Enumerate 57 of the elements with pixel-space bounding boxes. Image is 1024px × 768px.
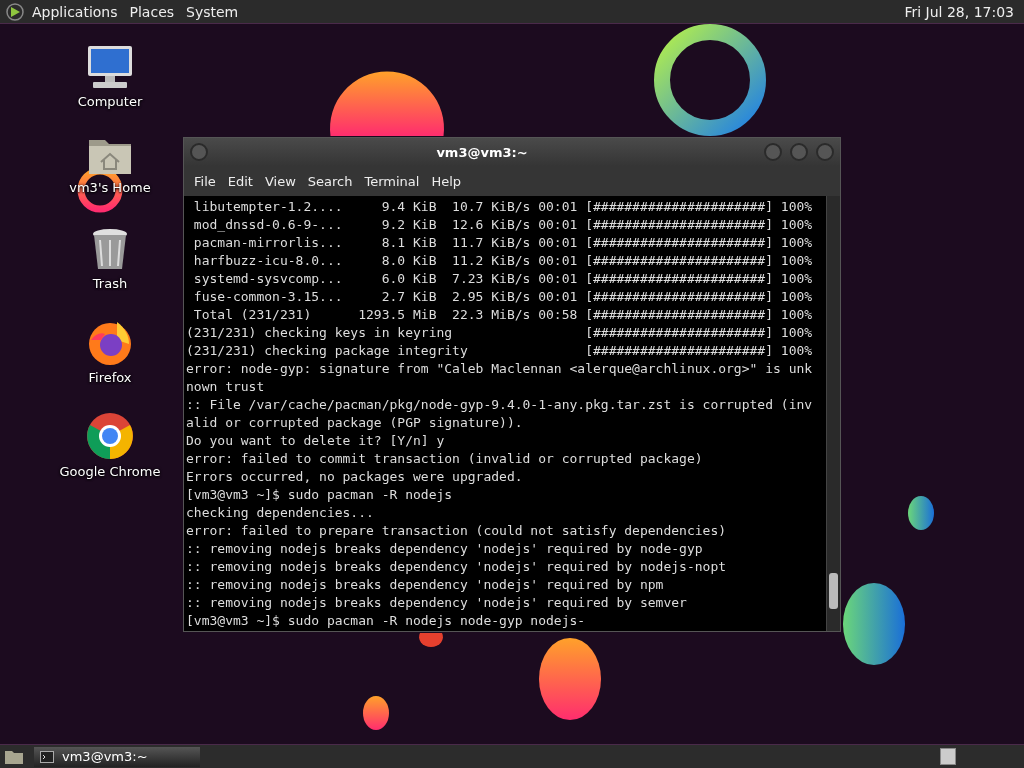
- bubble-drawing: [363, 696, 389, 730]
- scrollbar[interactable]: [826, 196, 840, 631]
- terminal-line: harfbuzz-icu-8.0... 8.0 KiB 11.2 KiB/s 00:01 [######################] 100%: [192, 252, 813, 270]
- browser-icon: [86, 412, 134, 460]
- terminal-line: :: removing nodejs breaks dependency 'nodejs' required by node-gyp: [186, 540, 703, 558]
- terminal-line: fuse-common-3.15... 2.7 KiB 2.95 KiB/s 00:01 [######################] 100%: [192, 288, 813, 306]
- terminal-line: pacman-mirrorlis... 8.1 KiB 11.7 KiB/s 00:01 [######################] 100%: [192, 234, 813, 252]
- computer-icon: [85, 44, 135, 90]
- terminal-icon: [40, 750, 54, 763]
- terminal-line: error: failed to commit transaction (invalid or corrupted package): [186, 450, 703, 468]
- desktop-icon-label[interactable]: Trash: [92, 276, 128, 291]
- terminal-line: :: removing nodejs breaks dependency 'nodejs' required by npm: [186, 576, 664, 594]
- terminal-line: (231/231) checking package integrity [######################] 100%: [186, 342, 813, 360]
- terminal-line: mod_dnssd-0.6-9-... 9.2 KiB 12.6 KiB/s 00:01 [######################] 100%: [192, 216, 813, 234]
- panel-menu[interactable]: Places: [125, 3, 183, 20]
- clock[interactable]: Fri Jul 28, 17:03: [894, 3, 1024, 20]
- menu-item[interactable]: Terminal: [360, 173, 428, 189]
- terminal-line: systemd-sysvcomp... 6.0 KiB 7.23 KiB/s 00:01 [######################] 100%: [192, 270, 813, 288]
- window-title: vm3@vm3:~: [435, 144, 529, 160]
- desktop-icon-label[interactable]: Google Chrome: [59, 464, 161, 479]
- show-desktop-button[interactable]: [940, 748, 956, 765]
- terminal-line: [vm3@vm3 ~]$ sudo pacman -R nodejs: [186, 486, 453, 504]
- terminal-line: (231/231) checking keys in keyring [######################] 100%: [186, 324, 813, 342]
- bubble-drawing: [419, 633, 443, 647]
- terminal-line: :: removing nodejs breaks dependency 'nodejs' required by nodejs-nopt: [186, 558, 727, 576]
- panel-menu[interactable]: System: [182, 3, 247, 20]
- terminal-line: :: File /var/cache/pacman/pkg/node-gyp-9.4.0-1-any.pkg.tar.zst is corrupted (inv: [186, 396, 813, 414]
- menu-item[interactable]: Help: [427, 173, 470, 189]
- window-menu-button[interactable]: [190, 143, 208, 161]
- desktop-icon-label[interactable]: Firefox: [88, 370, 132, 385]
- trash-icon: [91, 228, 129, 272]
- terminal-line: alid or corrupted package (PGP signature)).: [186, 414, 523, 432]
- menu-item[interactable]: Edit: [223, 173, 261, 189]
- desktop-icon-label[interactable]: Computer: [77, 94, 143, 109]
- terminal-line: [vm3@vm3 ~]$ sudo pacman -R nodejs node-gyp nodejs-: [186, 612, 586, 630]
- browser-icon: [87, 320, 133, 366]
- menu-item[interactable]: File: [190, 173, 224, 189]
- menu-logo-icon: [6, 2, 24, 21]
- terminal-line: nown trust: [186, 378, 265, 396]
- terminal-line: Total (231/231) 1293.5 MiB 22.3 MiB/s 00:58 [######################] 100%: [192, 306, 813, 324]
- minimize-button[interactable]: [764, 143, 782, 161]
- panel-menu[interactable]: Applications: [28, 3, 126, 20]
- menu-item[interactable]: View: [260, 173, 304, 189]
- scrollbar-thumb[interactable]: [829, 573, 838, 609]
- menu-item[interactable]: Search: [303, 173, 361, 189]
- maximize-button[interactable]: [790, 143, 808, 161]
- terminal-line: Do you want to delete it? [Y/n] y: [186, 432, 445, 450]
- terminal-line: checking dependencies...: [186, 504, 374, 522]
- close-button[interactable]: [816, 143, 834, 161]
- terminal-line: :: removing nodejs breaks dependency 'nodejs' required by semver: [186, 594, 687, 612]
- taskbar-button[interactable]: vm3@vm3:~: [34, 746, 200, 767]
- terminal-line: libutempter-1.2.... 9.4 KiB 10.7 KiB/s 00:01 [######################] 100%: [192, 198, 813, 216]
- terminal-line: error: failed to prepare transaction (could not satisfy dependencies): [186, 522, 727, 540]
- bubble-drawing: [908, 496, 934, 530]
- terminal-line: error: node-gyp: signature from "Caleb Maclennan <alerque@archlinux.org>" is unk: [186, 360, 813, 378]
- terminal-line: Errors occurred, no packages were upgraded.: [186, 468, 523, 486]
- folder-icon[interactable]: [4, 748, 24, 765]
